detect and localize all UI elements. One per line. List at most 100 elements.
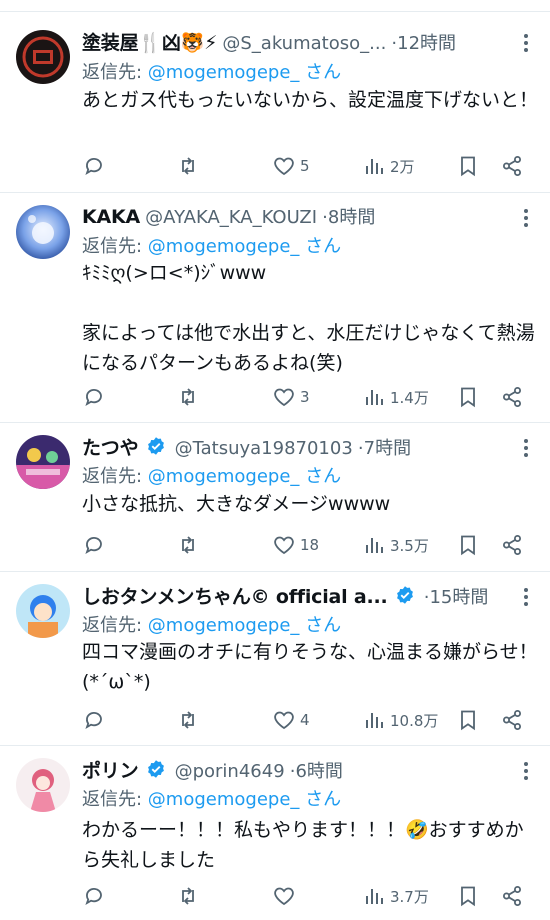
like-count: 5 <box>300 157 310 175</box>
avatar[interactable] <box>16 758 70 812</box>
timestamp[interactable]: 8時間 <box>328 207 375 228</box>
reply-mention-link[interactable]: @mogemogepe_ <box>148 236 300 257</box>
heart-icon <box>274 887 294 906</box>
tweet-2[interactable]: KAKA @AYAKA_KA_KOUZI ·8時間 返信先: @mogemoge… <box>0 193 550 423</box>
tweet-1[interactable]: 塗装屋🍴凶🐯⚡ @S_akumatoso_... ·12時間 返信先: @mog… <box>0 12 550 193</box>
share-icon <box>503 535 521 555</box>
reply-to-line: 返信先: @mogemogepe_ さん <box>82 785 341 811</box>
bookmark-button[interactable] <box>456 152 480 180</box>
tweet-header: しおタンメンちゃん© official a... ·15時間 <box>82 582 510 612</box>
retweet-button[interactable] <box>176 152 204 180</box>
bookmark-button[interactable] <box>456 706 480 734</box>
display-name[interactable]: KAKA <box>82 206 140 228</box>
timestamp[interactable]: 6時間 <box>295 761 342 782</box>
reply-icon <box>85 158 102 175</box>
action-bar: 5 2万 <box>82 152 532 180</box>
retweet-button[interactable] <box>176 706 204 734</box>
tweet-header: KAKA @AYAKA_KA_KOUZI ·8時間 <box>82 203 510 233</box>
view-count: 2万 <box>390 157 415 176</box>
like-button[interactable] <box>272 882 300 910</box>
reply-mention-link[interactable]: @mogemogepe_ <box>148 789 300 810</box>
analytics-icon <box>366 713 383 728</box>
share-button[interactable] <box>500 152 524 180</box>
tweet-3[interactable]: たつや @Tatsuya19870103 ·7時間 返信先: @mogemoge… <box>0 423 550 572</box>
analytics-icon <box>366 159 383 174</box>
more-options-icon[interactable] <box>520 760 532 782</box>
share-button[interactable] <box>500 531 524 559</box>
reply-icon <box>85 888 102 905</box>
action-bar: 18 3.5万 <box>82 531 532 559</box>
heart-icon <box>274 536 294 555</box>
bookmark-icon <box>461 387 475 408</box>
timestamp[interactable]: 12時間 <box>397 33 456 54</box>
share-button[interactable] <box>500 383 524 411</box>
views-button[interactable]: 3.5万 <box>362 531 429 559</box>
analytics-icon <box>366 889 383 904</box>
tweet-header: ポリン @porin4649 ·6時間 <box>82 756 510 786</box>
reply-button[interactable] <box>82 706 110 734</box>
retweet-button[interactable] <box>176 882 204 910</box>
more-options-icon[interactable] <box>520 207 532 229</box>
reply-icon <box>85 712 102 729</box>
reply-button[interactable] <box>82 152 110 180</box>
views-button[interactable]: 2万 <box>362 152 415 180</box>
user-handle[interactable]: @S_akumatoso_... <box>222 33 386 54</box>
timestamp[interactable]: 7時間 <box>364 438 411 459</box>
like-button[interactable]: 5 <box>272 152 310 180</box>
view-count: 10.8万 <box>390 711 439 730</box>
verified-badge-icon <box>147 437 164 455</box>
tweet-text: わかるーー！！！私もやります！！！🤣おすすめから失礼しました <box>82 819 524 871</box>
tweet-4[interactable]: しおタンメンちゃん© official a... ·15時間 返信先: @mog… <box>0 572 550 746</box>
like-button[interactable]: 3 <box>272 383 310 411</box>
action-bar: 3 1.4万 <box>82 383 532 411</box>
more-options-icon[interactable] <box>520 586 532 608</box>
user-handle[interactable]: @porin4649 <box>175 761 285 782</box>
user-handle[interactable]: @AYAKA_KA_KOUZI <box>145 207 317 228</box>
reply-to-suffix: さん <box>299 236 342 257</box>
reply-mention-link[interactable]: @mogemogepe_ <box>148 615 300 636</box>
reply-button[interactable] <box>82 531 110 559</box>
avatar[interactable] <box>16 30 70 84</box>
share-button[interactable] <box>500 882 524 910</box>
top-divider <box>0 0 550 12</box>
heart-icon <box>274 388 294 407</box>
reply-mention-link[interactable]: @mogemogepe_ <box>148 62 300 83</box>
like-button[interactable]: 4 <box>272 706 310 734</box>
reply-button[interactable] <box>82 882 110 910</box>
retweet-button[interactable] <box>176 531 204 559</box>
display-name[interactable]: たつや <box>82 437 139 459</box>
avatar[interactable] <box>16 584 70 638</box>
view-count: 1.4万 <box>390 388 429 407</box>
views-button[interactable]: 10.8万 <box>362 706 438 734</box>
display-name[interactable]: 塗装屋🍴凶🐯⚡ <box>82 32 217 54</box>
heart-icon <box>274 711 294 730</box>
like-button[interactable]: 18 <box>272 531 319 559</box>
avatar[interactable] <box>16 205 70 259</box>
share-button[interactable] <box>500 706 524 734</box>
verified-badge-icon <box>396 586 413 604</box>
retweet-button[interactable] <box>176 383 204 411</box>
bookmark-button[interactable] <box>456 882 480 910</box>
like-count: 18 <box>300 536 320 554</box>
reply-to-line: 返信先: @mogemogepe_ さん <box>82 58 341 84</box>
display-name[interactable]: ポリン <box>82 760 139 782</box>
bookmark-button[interactable] <box>456 531 480 559</box>
more-options-icon[interactable] <box>520 32 532 54</box>
reply-to-line: 返信先: @mogemogepe_ さん <box>82 462 341 488</box>
share-icon <box>503 710 521 730</box>
reply-button[interactable] <box>82 383 110 411</box>
bookmark-button[interactable] <box>456 383 480 411</box>
views-button[interactable]: 3.7万 <box>362 882 429 910</box>
views-button[interactable]: 1.4万 <box>362 383 429 411</box>
user-handle[interactable]: @Tatsuya19870103 <box>175 438 353 459</box>
avatar[interactable] <box>16 435 70 489</box>
reply-to-suffix: さん <box>299 466 342 487</box>
display-name[interactable]: しおタンメンちゃん© official a... <box>82 586 388 608</box>
timestamp[interactable]: 15時間 <box>429 587 488 608</box>
tweet-5[interactable]: ポリン @porin4649 ·6時間 返信先: @mogemogepe_ さん… <box>0 746 550 920</box>
more-options-icon[interactable] <box>520 437 532 459</box>
reply-mention-link[interactable]: @mogemogepe_ <box>148 466 300 487</box>
heart-icon <box>274 157 294 176</box>
tweet-text: ｷﾐﾐღ(>ロ<*)ｼﾞwww 家によっては他で水出すと、水圧だけじゃなくて熱湯… <box>82 262 535 374</box>
tweet-text: あとガス代もったいないから、設定温度下げないと！ <box>82 89 539 111</box>
